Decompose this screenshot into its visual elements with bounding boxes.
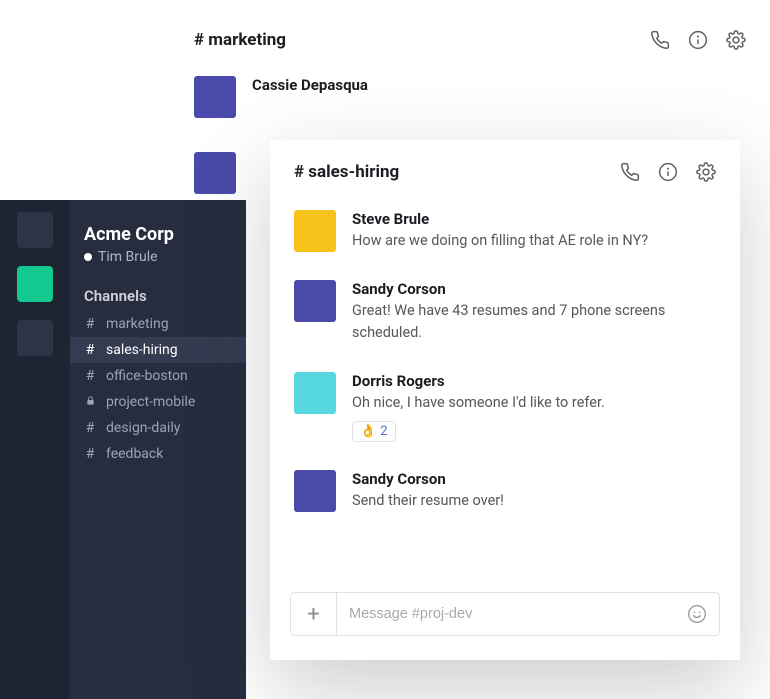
reaction-count: 2 <box>380 424 387 439</box>
call-icon[interactable] <box>620 162 640 182</box>
channel-name: feedback <box>106 446 163 462</box>
channel-name: office-boston <box>106 368 188 384</box>
settings-icon[interactable] <box>696 162 716 182</box>
message-row: Steve BruleHow are we doing on filling t… <box>294 200 716 270</box>
info-icon[interactable] <box>658 162 678 182</box>
avatar <box>294 210 336 252</box>
avatar <box>294 470 336 512</box>
message-row: Cassie Depasqua <box>190 72 750 148</box>
hash-icon: # <box>84 368 96 384</box>
lock-icon <box>84 394 96 410</box>
avatar <box>194 152 236 194</box>
avatar <box>294 372 336 414</box>
sidebar-channel-sales-hiring[interactable]: # sales-hiring <box>70 337 246 363</box>
hash-icon: # <box>84 342 96 358</box>
reaction-emoji-icon: 👌 <box>360 424 376 439</box>
message-text: How are we doing on filling that AE role… <box>352 230 716 252</box>
channel-name: project-mobile <box>106 394 195 410</box>
channel-title: # marketing <box>194 30 286 50</box>
message-text: Send their resume over! <box>352 490 716 512</box>
message-list: Steve BruleHow are we doing on filling t… <box>270 200 740 584</box>
hash-icon: # <box>84 420 96 436</box>
message-row: Dorris RogersOh nice, I have someone I'd… <box>294 362 716 461</box>
sidebar-channel-feedback[interactable]: # feedback <box>70 441 246 467</box>
message-text: Oh nice, I have someone I'd like to refe… <box>352 392 716 414</box>
channels-section-label: Channels <box>70 287 246 311</box>
message-composer: + <box>290 592 720 636</box>
settings-icon[interactable] <box>726 30 746 50</box>
message-user: Cassie Depasqua <box>252 76 368 118</box>
avatar <box>294 280 336 322</box>
message-row: Sandy CorsonGreat! We have 43 resumes an… <box>294 270 716 362</box>
avatar <box>194 76 236 118</box>
message-input[interactable] <box>337 593 675 635</box>
info-icon[interactable] <box>688 30 708 50</box>
emoji-icon[interactable] <box>675 593 719 635</box>
sidebar-channel-project-mobile[interactable]: project-mobile <box>70 389 246 415</box>
workspace-switcher-item[interactable] <box>17 212 53 248</box>
message-text: Great! We have 43 resumes and 7 phone sc… <box>352 300 716 344</box>
sidebar-channel-office-boston[interactable]: # office-boston <box>70 363 246 389</box>
channel-title: # sales-hiring <box>294 162 399 182</box>
hash-icon: # <box>84 316 96 332</box>
sidebar-channel-marketing[interactable]: # marketing <box>70 311 246 337</box>
message-user: Sandy Corson <box>352 470 716 490</box>
hash-icon: # <box>84 446 96 462</box>
channel-header: # sales-hiring <box>270 140 740 200</box>
sidebar-channel-design-daily[interactable]: # design-daily <box>70 415 246 441</box>
attach-button[interactable]: + <box>291 593 337 635</box>
workspace-name: Acme Corp <box>70 224 246 249</box>
workspace-switcher-item[interactable] <box>17 320 53 356</box>
channel-name: marketing <box>106 316 169 332</box>
channel-sidebar: Acme Corp Tim Brule Channels #marketing#… <box>70 200 246 699</box>
presence-indicator-icon <box>84 253 92 261</box>
message-user: Dorris Rogers <box>352 372 716 392</box>
workspace-switcher-item-active[interactable] <box>17 266 53 302</box>
current-user[interactable]: Tim Brule <box>70 249 246 287</box>
channel-name: design-daily <box>106 420 180 436</box>
workspace-rail <box>0 200 70 699</box>
message-row: Sandy CorsonSend their resume over! <box>294 460 716 530</box>
channel-name: sales-hiring <box>106 342 178 358</box>
foreground-channel-window: # sales-hiring Steve BruleHow are we doi… <box>270 140 740 660</box>
message-user: Steve Brule <box>352 210 716 230</box>
message-user: Sandy Corson <box>352 280 716 300</box>
reaction-chip[interactable]: 👌2 <box>352 421 396 442</box>
call-icon[interactable] <box>650 30 670 50</box>
current-user-name: Tim Brule <box>98 249 158 265</box>
